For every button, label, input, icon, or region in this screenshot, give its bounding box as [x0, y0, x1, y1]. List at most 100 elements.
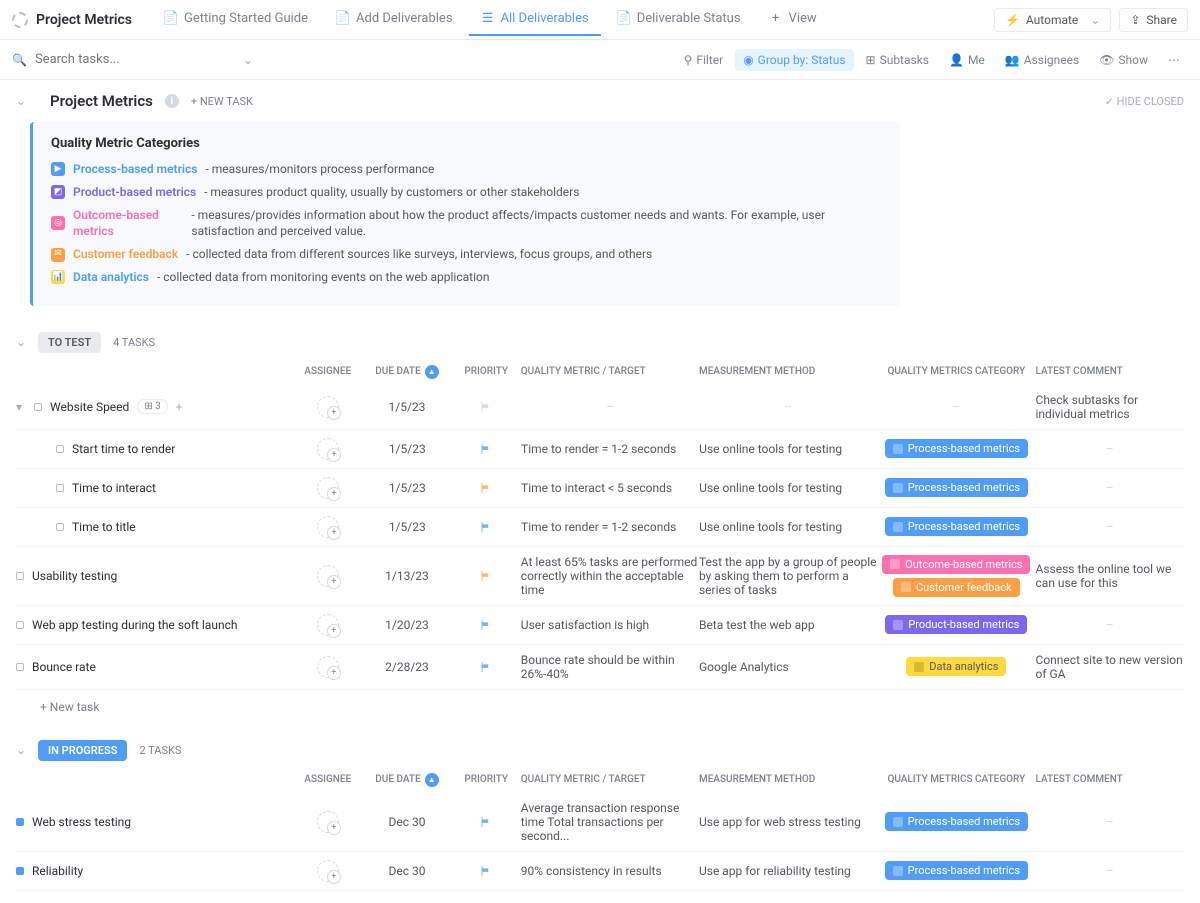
assignee-avatar[interactable] — [317, 396, 339, 418]
chat-icon: ✉ — [51, 248, 65, 262]
latest-comment: Assess the online tool we can use for th… — [1036, 562, 1184, 590]
category-cell: Outcome-based metricsCustomer feedback — [877, 555, 1035, 597]
due-date[interactable]: 2/28/23 — [362, 660, 451, 674]
tab-add-deliverables[interactable]: 📄Add Deliverables — [324, 3, 465, 36]
filter-button[interactable]: ⚲Filter — [676, 49, 732, 71]
automate-button[interactable]: ⚡Automate⌄ — [994, 8, 1111, 32]
tab-add-view[interactable]: +View — [757, 3, 829, 36]
app-title: Project Metrics — [36, 12, 132, 28]
task-row[interactable]: Web stress testing Dec 30 Average transa… — [16, 793, 1184, 852]
collapse-icon[interactable]: ⌄ — [16, 335, 30, 349]
task-row[interactable]: Start time to render 1/5/23 Time to rend… — [16, 430, 1184, 469]
info-icon[interactable]: i — [165, 94, 179, 108]
priority-flag[interactable] — [452, 400, 521, 414]
task-row[interactable]: Web app testing during the soft launch 1… — [16, 606, 1184, 645]
priority-flag[interactable] — [452, 618, 521, 632]
main-content: ⌄ Project Metrics i + NEW TASK ✓ HIDE CL… — [0, 80, 1200, 903]
category-cell: Product-based metrics — [877, 615, 1035, 634]
assignee-avatar[interactable] — [317, 565, 339, 587]
task-row[interactable]: Reliability Dec 30 90% consistency in re… — [16, 852, 1184, 891]
task-status-icon[interactable] — [16, 818, 24, 826]
priority-flag[interactable] — [452, 815, 521, 829]
add-task-button[interactable]: + New task — [16, 690, 1184, 724]
due-date[interactable]: Dec 30 — [362, 864, 451, 878]
share-button[interactable]: ⇪Share — [1119, 8, 1188, 32]
status-pill[interactable]: TO TEST — [38, 332, 101, 353]
due-date[interactable]: 1/5/23 — [362, 400, 451, 414]
due-date[interactable]: 1/5/23 — [363, 442, 452, 456]
task-count: 2 TASKS — [139, 744, 181, 757]
assignee-avatar[interactable] — [317, 477, 339, 499]
assignee-avatar[interactable] — [317, 516, 339, 538]
info-line-outcome: ◎Outcome-based metrics - measures/provid… — [51, 207, 882, 241]
task-row[interactable]: Time to interact 1/5/23 Time to interact… — [16, 469, 1184, 508]
doc-icon: 📄 — [617, 12, 631, 26]
due-date[interactable]: 1/5/23 — [363, 481, 452, 495]
measurement-method: Use app for web stress testing — [699, 815, 877, 829]
due-date[interactable]: 1/5/23 — [363, 520, 452, 534]
tab-deliverable-status[interactable]: 📄Deliverable Status — [605, 3, 753, 36]
badge-process: Process-based metrics — [885, 861, 1028, 880]
quality-target: At least 65% tasks are performed correct… — [521, 555, 699, 597]
task-row[interactable]: Usability testing 1/13/23 At least 65% t… — [16, 547, 1184, 606]
due-date[interactable]: 1/13/23 — [362, 569, 451, 583]
group-by-button[interactable]: ◉Group by: Status — [735, 49, 853, 71]
assignee-avatar[interactable] — [317, 438, 339, 460]
assignee-avatar[interactable] — [317, 811, 339, 833]
search-input[interactable] — [35, 52, 235, 67]
subtasks-button[interactable]: ⊞Subtasks — [858, 49, 937, 71]
task-status-icon[interactable] — [16, 572, 24, 580]
sort-indicator-icon[interactable]: ▲ — [425, 365, 439, 379]
expand-icon[interactable]: ▾ — [16, 400, 26, 414]
task-status-icon[interactable] — [16, 621, 24, 629]
quality-target: 90% consistency in results — [521, 864, 699, 878]
quality-target: Time to interact < 5 seconds — [521, 481, 699, 495]
show-button[interactable]: 👁Show — [1091, 49, 1156, 71]
person-icon: 👤 — [949, 53, 964, 67]
new-task-button[interactable]: + NEW TASK — [191, 95, 253, 108]
assignees-button[interactable]: 👥Assignees — [997, 49, 1087, 71]
task-status-icon[interactable] — [16, 867, 24, 875]
more-button[interactable]: ⋯ — [1160, 49, 1188, 71]
task-status-icon[interactable] — [16, 663, 24, 671]
task-status-icon[interactable] — [34, 403, 42, 411]
task-name: Website Speed — [50, 400, 129, 414]
people-icon: 👥 — [1005, 53, 1020, 67]
add-subtask-icon[interactable]: + — [176, 400, 183, 414]
task-row[interactable]: Bounce rate 2/28/23 Bounce rate should b… — [16, 645, 1184, 690]
me-button[interactable]: 👤Me — [941, 49, 993, 71]
badge-process: Process-based metrics — [885, 812, 1028, 831]
priority-flag[interactable] — [452, 864, 521, 878]
priority-flag[interactable] — [452, 481, 521, 495]
task-row[interactable]: ▾Website Speed⊞ 3+ 1/5/23 – – – Check su… — [16, 385, 1184, 430]
hide-closed-toggle[interactable]: ✓ HIDE CLOSED — [1105, 95, 1184, 108]
collapse-icon[interactable]: ⌄ — [16, 94, 30, 108]
assignee-avatar[interactable] — [317, 860, 339, 882]
due-date[interactable]: 1/20/23 — [362, 618, 451, 632]
info-line-process: ▶Process-based metrics - measures/monito… — [51, 161, 882, 178]
badge-product: Product-based metrics — [885, 615, 1027, 634]
sort-indicator-icon[interactable]: ▲ — [425, 773, 439, 787]
task-name: Web stress testing — [32, 815, 131, 829]
tab-all-deliverables[interactable]: ☰All Deliverables — [469, 3, 601, 36]
status-pill[interactable]: IN PROGRESS — [38, 740, 127, 761]
priority-flag[interactable] — [452, 442, 521, 456]
priority-flag[interactable] — [452, 520, 521, 534]
task-name: Web app testing during the soft launch — [32, 618, 237, 632]
chevron-down-icon[interactable]: ⌄ — [243, 53, 253, 67]
measurement-method: – — [699, 400, 877, 414]
quality-target: Time to render = 1-2 seconds — [521, 442, 699, 456]
collapse-icon[interactable]: ⌄ — [16, 743, 30, 757]
assignee-avatar[interactable] — [317, 614, 339, 636]
priority-flag[interactable] — [452, 660, 521, 674]
priority-flag[interactable] — [452, 569, 521, 583]
filter-icon: ⚲ — [684, 53, 693, 67]
due-date[interactable]: Dec 30 — [362, 815, 451, 829]
task-status-icon[interactable] — [56, 523, 64, 531]
assignee-avatar[interactable] — [317, 656, 339, 678]
tab-getting-started[interactable]: 📄Getting Started Guide — [152, 3, 320, 36]
subtask-count[interactable]: ⊞ 3 — [137, 399, 167, 414]
task-row[interactable]: Time to title 1/5/23 Time to render = 1-… — [16, 508, 1184, 547]
task-status-icon[interactable] — [56, 484, 64, 492]
task-status-icon[interactable] — [56, 445, 64, 453]
